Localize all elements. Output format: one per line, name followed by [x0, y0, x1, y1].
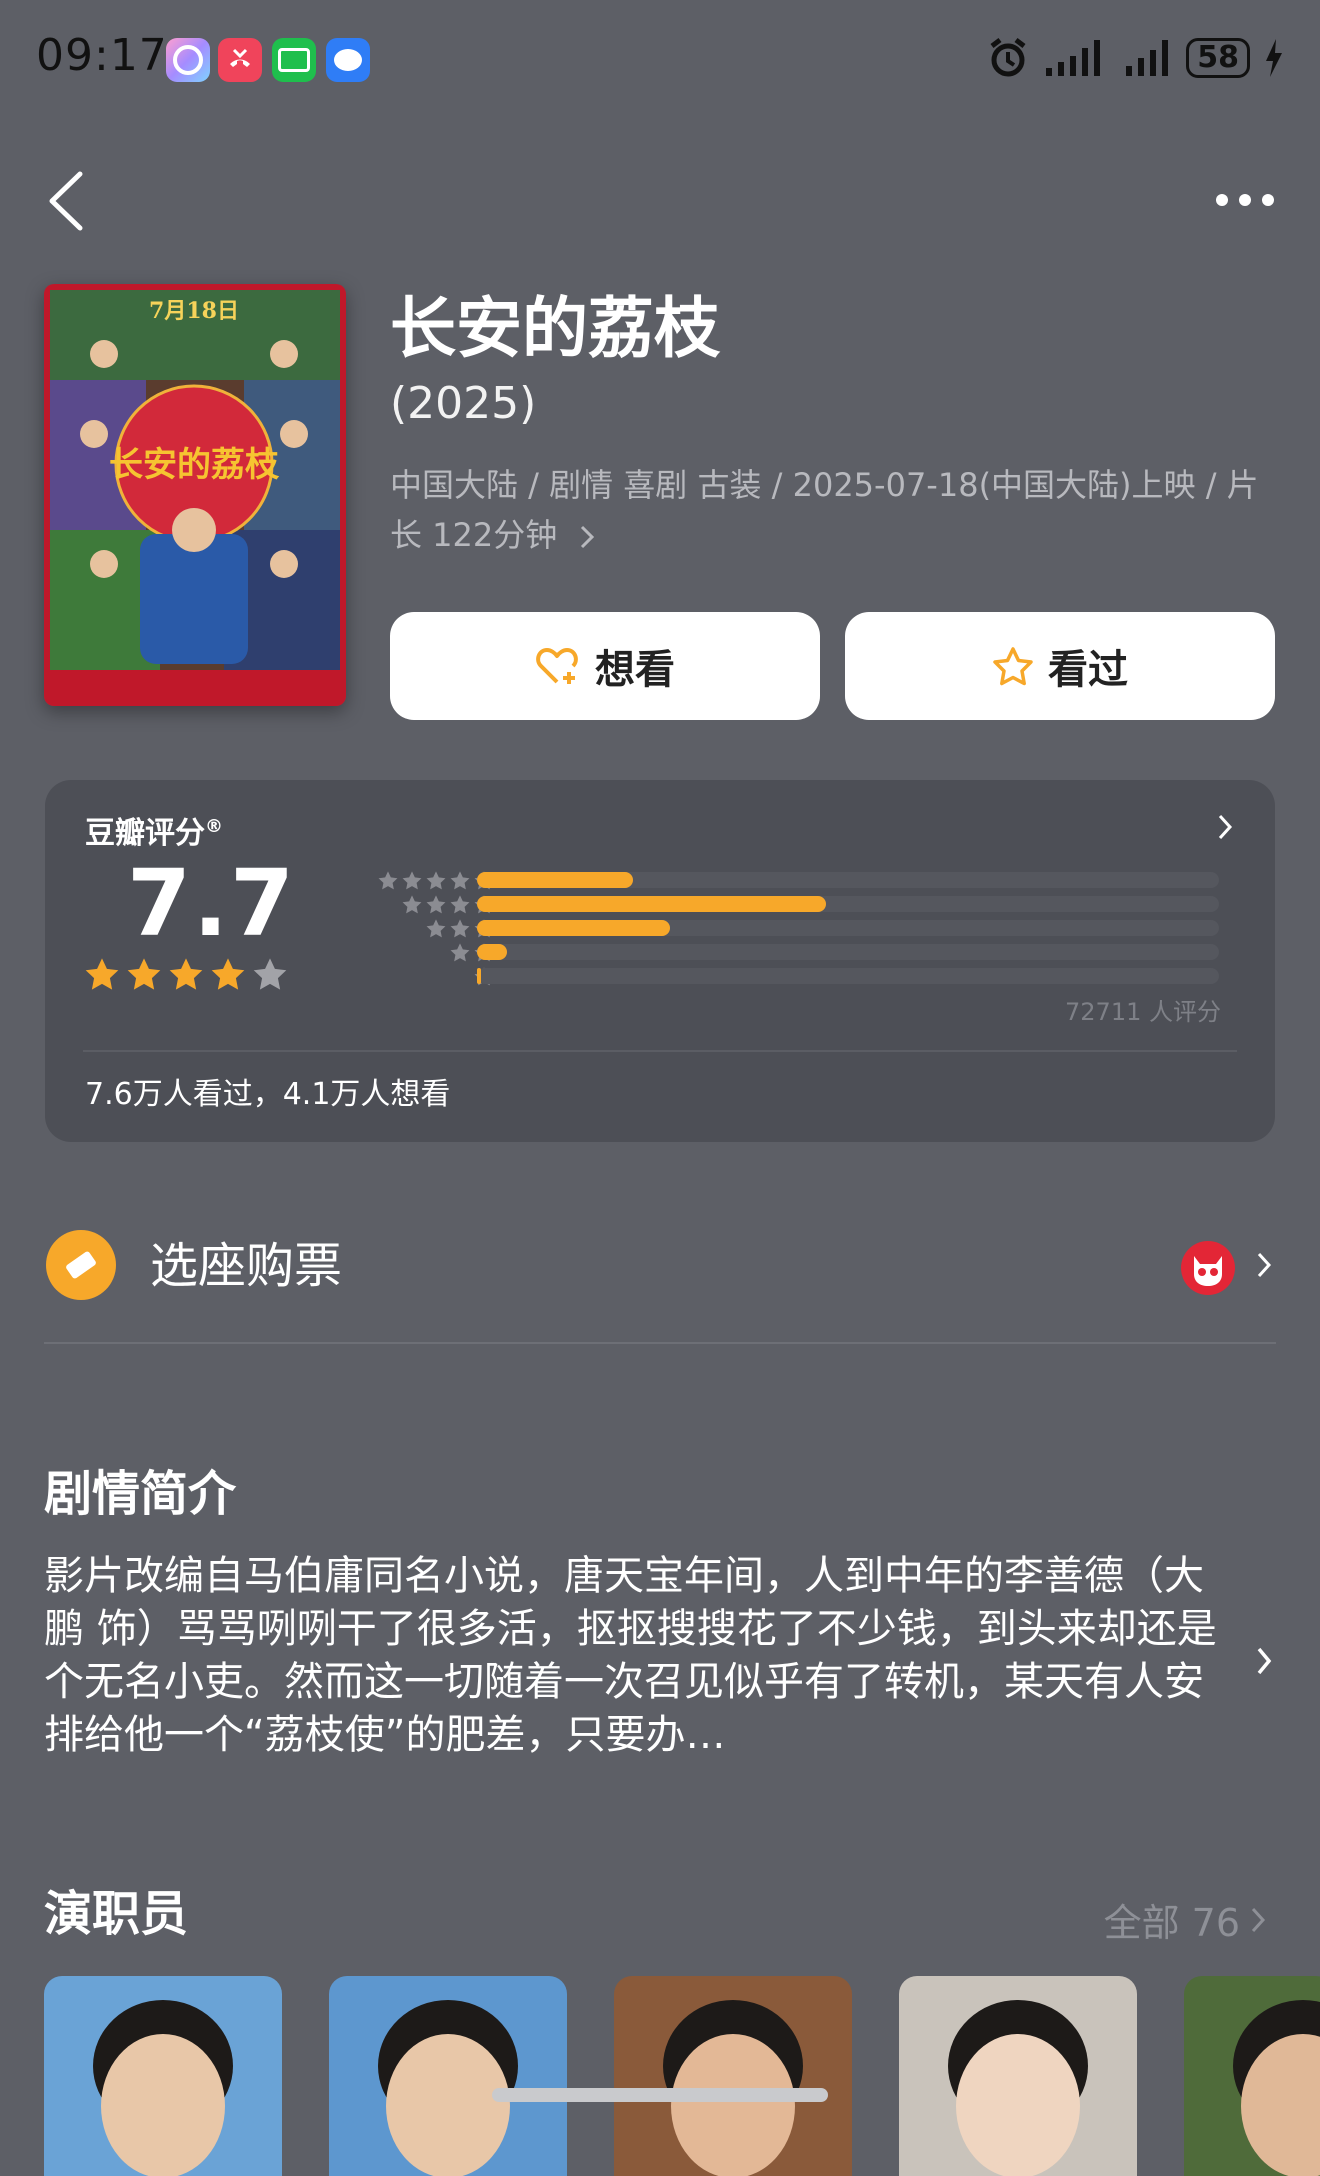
small-star-icon	[426, 919, 446, 938]
rating-bar-track	[477, 920, 1219, 936]
cast-member-photo[interactable]	[329, 1976, 567, 2176]
watched-button[interactable]: 看过	[845, 612, 1275, 720]
star-level-labels	[335, 870, 495, 990]
battery-indicator: 58	[1186, 38, 1250, 78]
charging-icon	[1266, 39, 1282, 77]
cast-title: 演职员	[44, 1886, 189, 1942]
synopsis-text[interactable]: 影片改编自马伯庸同名小说，唐天宝年间，人到中年的李善德（大鹏 饰）骂骂咧咧干了很…	[44, 1550, 1224, 1762]
movie-title: 长安的荔枝	[390, 290, 720, 367]
battery-level: 58	[1197, 40, 1239, 75]
empty-star-icon	[253, 958, 287, 990]
cast-all-link[interactable]: 全部 76	[1104, 1892, 1268, 1947]
watch-stats: 7.6万人看过，4.1万人想看	[85, 1077, 451, 1112]
star-level-5	[335, 870, 495, 894]
poster-date-text: 7月18日	[149, 298, 239, 324]
star-level-2	[335, 942, 495, 966]
alarm-icon	[990, 38, 1026, 77]
star-level-3	[335, 918, 495, 942]
rating-bar-track	[477, 944, 1219, 960]
rating-score: 7.7	[127, 850, 296, 957]
star-level-4	[335, 894, 495, 918]
chevron-right-icon[interactable]	[1254, 1644, 1274, 1678]
back-arrow-icon	[49, 171, 83, 231]
cast-member-photo[interactable]	[899, 1976, 1137, 2176]
maoyan-cat-icon[interactable]	[1180, 1240, 1236, 1296]
buy-tickets-label[interactable]: 选座购票	[150, 1232, 342, 1300]
movie-meta-text: 中国大陆 / 剧情 喜剧 古装 / 2025-07-18(中国大陆)上映 / 片…	[390, 466, 1259, 554]
rating-card[interactable]: 豆瓣评分® 7.7 72711 人评分 7.6万人看过，4.1万人想看	[45, 780, 1275, 1142]
rating-distribution	[477, 872, 1219, 992]
home-indicator[interactable]	[492, 2088, 828, 2102]
small-star-icon	[426, 871, 446, 890]
messages-icon	[326, 38, 370, 82]
cast-all-label: 全部 76	[1103, 1901, 1240, 1945]
small-star-icon	[402, 895, 422, 914]
rating-count: 72711 人评分	[1065, 998, 1221, 1026]
status-time: 09:17	[36, 30, 168, 81]
back-button[interactable]	[40, 166, 96, 236]
star-level-1	[335, 966, 495, 990]
chevron-right-icon	[1251, 1907, 1266, 1932]
rating-bar-track	[477, 896, 1219, 912]
more-button[interactable]	[1210, 180, 1280, 220]
signal-icon	[1126, 40, 1169, 76]
status-indicators: 58	[986, 36, 1284, 80]
rating-bar-track	[477, 872, 1219, 888]
poster-title-text: 长安的荔枝	[109, 445, 280, 485]
wechat-pay-icon	[272, 38, 316, 82]
heart-plus-icon	[536, 648, 578, 684]
rating-bar-5-star	[477, 872, 633, 888]
filled-star-icon	[85, 958, 119, 990]
cast-member-photo[interactable]	[44, 1976, 282, 2176]
want-to-watch-label: 想看	[595, 647, 675, 693]
rating-bar-4-star	[477, 896, 826, 912]
want-to-watch-button[interactable]: 想看	[390, 612, 820, 720]
card-divider	[83, 1050, 1237, 1052]
filled-star-icon	[127, 958, 161, 990]
assistant-app-icon	[166, 38, 210, 82]
rating-bar-2-star	[477, 944, 507, 960]
chevron-right-icon	[1218, 814, 1233, 840]
rating-bar-3-star	[477, 920, 670, 936]
rating-label: 豆瓣评分®	[85, 808, 223, 852]
rating-bar-1-star	[477, 968, 482, 984]
star-outline-icon	[993, 647, 1033, 686]
chevron-right-icon[interactable]	[1254, 1250, 1274, 1280]
movie-poster[interactable]: 7月18日 长安的荔枝	[44, 284, 346, 706]
small-star-icon	[378, 871, 398, 890]
section-divider	[44, 1342, 1276, 1344]
missed-call-icon	[218, 38, 262, 82]
signal-hd-icon	[1046, 40, 1101, 76]
small-star-icon	[450, 895, 470, 914]
synopsis-title: 剧情简介	[44, 1466, 237, 1522]
small-star-icon	[450, 919, 470, 938]
movie-year: (2025)	[390, 378, 537, 429]
filled-star-icon	[211, 958, 245, 990]
filled-star-icon	[169, 958, 203, 990]
small-star-icon	[402, 871, 422, 890]
cast-member-photo[interactable]	[1184, 1976, 1320, 2176]
score-stars	[83, 956, 289, 994]
watched-label: 看过	[1048, 647, 1128, 693]
rating-label-text: 豆瓣评分	[85, 816, 205, 851]
rating-bar-track	[477, 968, 1219, 984]
ticket-icon	[46, 1230, 116, 1300]
chevron-right-icon	[581, 525, 595, 549]
movie-meta[interactable]: 中国大陆 / 剧情 喜剧 古装 / 2025-07-18(中国大陆)上映 / 片…	[390, 460, 1270, 560]
registered-mark: ®	[205, 816, 223, 837]
more-dots-icon	[1216, 194, 1274, 206]
small-star-icon	[450, 871, 470, 890]
small-star-icon	[426, 895, 446, 914]
small-star-icon	[450, 943, 470, 962]
cast-member-photo[interactable]	[614, 1976, 852, 2176]
